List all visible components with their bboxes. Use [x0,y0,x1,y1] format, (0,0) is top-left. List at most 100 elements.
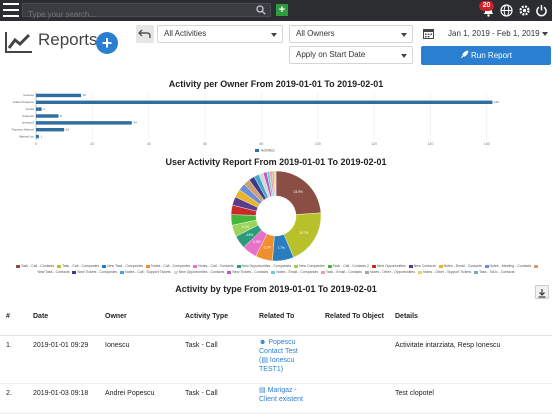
legend-swatch [146,264,151,268]
legend-label: Task - Call - Contacts [20,264,55,268]
globe-icon[interactable] [500,4,513,17]
legend-label: New Tickets - Contacts [232,270,269,274]
legend-swatch [120,270,125,274]
legend-item: Task - Call - Companies [54,264,99,268]
legend-label: New Opportunities - Companies [241,264,292,268]
x-tick-label: 20 [90,142,94,146]
run-report-label: Run Report [471,51,512,60]
date-range-picker[interactable]: Jan 1, 2019 - Feb 1, 2019 [421,25,551,43]
search-icon[interactable] [256,5,266,15]
legend-swatch [474,270,479,274]
bar [36,93,82,98]
legend-label: Notes - Other - Support Tickets [422,270,472,274]
column-header: # [0,305,27,336]
legend-label: Notes - Call - Contacts [198,264,234,268]
owners-select-value: All Owners [296,29,335,38]
page-title: Reports [38,30,98,49]
chevron-down-icon [542,32,548,36]
legend-label: Notes - Meeting - Contacts [489,264,532,268]
legend-item: Notes - Email - Contacts [436,264,482,268]
row-related-to[interactable]: ☻ Popescu Contact Test (▤ Ionescu TEST1) [253,335,319,384]
legend-item: Task - ToDo - Contacts [471,270,515,274]
legend-label: Notes - Email - Companies [276,270,319,274]
gear-icon[interactable] [518,4,531,17]
x-tick-label: 120 [371,142,377,146]
legend-item: New Companies [291,264,325,268]
back-arrow-icon [138,29,151,38]
column-header: Activity Type [179,305,253,336]
legend-item: Notes - Other - Support Tickets [415,270,471,274]
apply-on-select[interactable]: Apply on Start Date [289,46,413,64]
activities-select[interactable]: All Activities [157,25,283,43]
legend-label: Notes - Call - Support Tickets [125,270,171,274]
bar [36,128,65,132]
legend-item: New Tickets - Companies [69,270,117,274]
download-icon [538,289,546,298]
activity-per-owner-chart: 0 20 40 60 80 100 120 140 160 Ionescu 16 Andrei Pop… [12,92,499,153]
data-label: 34 [133,121,137,125]
legend-item: Notes - Call - Contacts [190,264,234,268]
column-header: Date [27,305,99,336]
reports-chart-icon [5,32,32,53]
table-header-row: # Date Owner Activity Type Related To Re… [0,305,552,336]
legend-swatch [15,264,20,268]
legend-item: Notes - Email - Companies [268,270,318,274]
chevron-down-icon [401,33,407,37]
row-number: 1. [0,335,27,384]
download-button[interactable] [535,285,549,299]
bar [36,121,132,125]
column-header: Related To [253,305,319,336]
pie-data-label: 4.8% [246,233,253,237]
legend-swatch [236,264,241,268]
owners-select[interactable]: All Owners [289,25,413,43]
activity-table: # Date Owner Activity Type Related To Re… [0,305,552,414]
pie-data-label: 23.9% [294,190,303,194]
table-row[interactable]: 1. 2019-01-01 09:29 Ionescu Task - Call … [0,335,552,384]
data-label: 162 [494,100,499,104]
legend-label: Task - Email - Contacts [326,270,363,274]
contact-link[interactable]: ☻ Popescu Contact Test (▤ Ionescu TEST1) [259,339,298,373]
menu-icon[interactable] [3,3,19,17]
x-tick-label: 160 [484,142,490,146]
row-activity-type: Task - Call [179,335,253,384]
legend-swatch [365,270,370,274]
bar [36,134,39,139]
row-owner: Ionescu [99,335,179,384]
legend-label: Notes - Call - Companies [151,264,191,268]
row-date: 2019-01-03 09:18 [27,383,99,414]
row-related-object [319,383,389,414]
legend-label: Notes - Email - Contacts [443,264,482,268]
row-date: 2019-01-01 09:29 [27,335,99,384]
add-report-button[interactable]: + [96,32,118,54]
legend-item: Task - Email - Contacts [318,270,362,274]
row-owner: Andrei Popescu [99,383,179,414]
notification-badge: 20 [479,1,494,11]
legend-label: New Tickets - Companies [77,270,118,274]
y-tick-label: Marinel Ion [19,134,34,138]
legend-item: Notes - Meeting - Contacts [482,264,532,268]
x-tick-label: 60 [203,142,207,146]
x-tick-label: 40 [147,142,151,146]
row-related-to[interactable]: ▤ Marigaz - Client existent [253,383,319,414]
legend-item: Task - Call - Contacts 2 [325,264,369,268]
company-link[interactable]: ▤ Marigaz - Client existent [259,387,303,403]
legend-swatch [294,264,299,268]
bar [36,114,59,118]
legend-swatch [371,264,376,268]
legend-label: Task - Call - Contacts 2 [332,264,369,268]
row-details: Test clopotel [389,383,552,414]
power-icon[interactable] [535,4,548,17]
search-input[interactable] [23,8,253,21]
y-tick-label: Popescu [22,114,34,118]
legend-item: New Opportunities [369,264,406,268]
back-button[interactable] [136,25,154,43]
legend-item: Task - Call - Contacts [13,264,54,268]
legend-label: New Companies [299,264,325,268]
quick-add-button[interactable]: + [276,4,288,16]
run-report-button[interactable]: Run Report [421,46,551,65]
y-tick-label: Ionescu [23,93,34,97]
table-row[interactable]: 2. 2019-01-03 09:18 Andrei Popescu Task … [0,383,552,414]
legend-swatch [484,264,489,268]
row-number: 2. [0,383,27,414]
x-tick-label: 80 [259,142,263,146]
